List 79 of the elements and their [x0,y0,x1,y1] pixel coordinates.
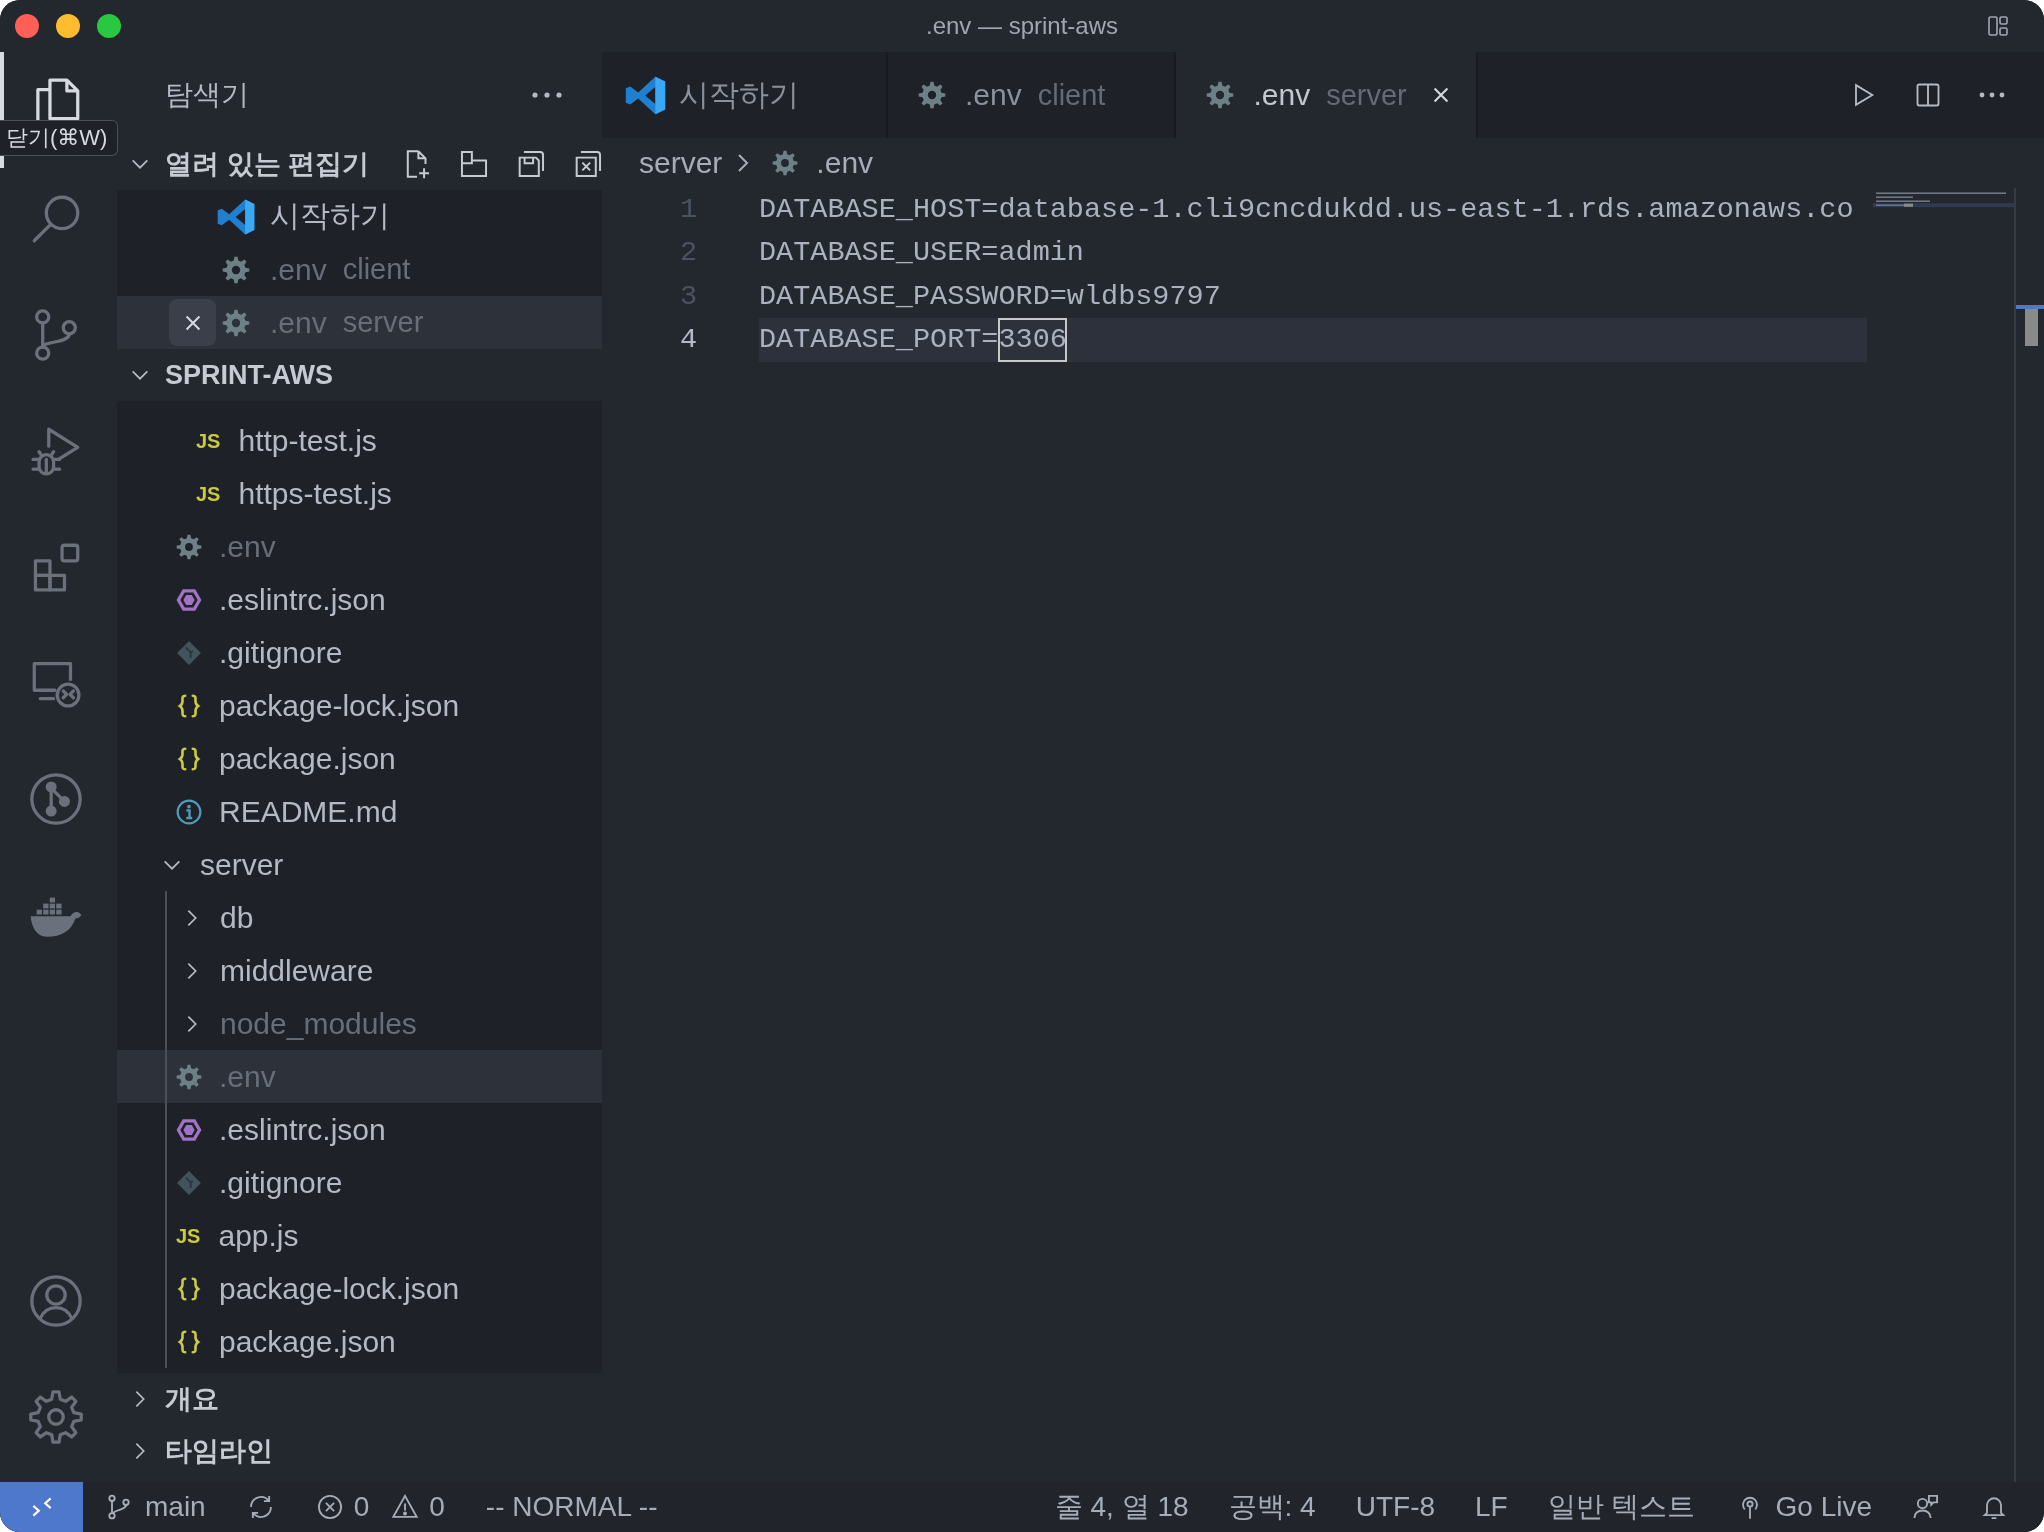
file-item[interactable]: README.md [117,785,602,838]
remote-button[interactable] [0,1482,83,1532]
settings-icon[interactable] [27,1388,85,1446]
gear-icon [917,81,946,109]
diamond-icon [176,1169,202,1196]
person-feedback-icon[interactable] [1912,1493,1940,1521]
window-title: .env — sprint-aws [925,12,1119,40]
split-editor-icon[interactable] [1914,81,1942,109]
branch-button[interactable]: main [105,1491,206,1523]
minimize-window-button[interactable] [56,14,80,38]
gear-icon [772,150,799,176]
tooltip: 닫기(⌘W) [0,120,119,156]
cursor-position-marker [2016,305,2044,309]
file-item[interactable]: package.json [117,732,602,785]
vim-mode-text: -- NORMAL -- [485,1491,658,1523]
status-item[interactable]: 공백: 4 [1228,1488,1316,1526]
section-header[interactable]: SPRINT-AWS [129,359,333,391]
gear-icon [222,255,250,284]
close-window-button[interactable] [15,14,39,38]
js-icon: JS [176,1224,201,1247]
gear-icon [176,533,202,560]
section-header[interactable]: 열려 있는 편집기 [129,146,369,182]
file-item[interactable]: package-lock.json [117,1262,602,1315]
highlighted-word: 3306 [998,318,1067,362]
branch-circle-icon[interactable] [27,770,85,828]
branch-icon [105,1493,133,1521]
braces-icon [176,1275,202,1302]
warning-icon [391,1493,420,1521]
section-header[interactable]: 타임라인 [129,1433,273,1469]
status-item[interactable]: UTF-8 [1355,1491,1436,1523]
gear-icon [176,1063,202,1090]
status-item[interactable]: 줄 4, 열 18 [1054,1488,1189,1526]
status-item[interactable]: 일반 텍스트 [1547,1488,1696,1526]
folder-item[interactable]: middleware [117,944,602,997]
more-actions-icon[interactable] [1979,92,2005,98]
zoom-window-button[interactable] [97,14,121,38]
breadcrumb-item[interactable]: server [639,146,723,180]
hexagon-icon [176,1116,202,1143]
status-item[interactable]: LF [1475,1491,1508,1523]
layout-icon[interactable] [1986,14,2010,38]
folder-item[interactable]: server [117,838,602,891]
breadcrumb-item[interactable]: .env [772,146,874,180]
braces-icon [176,1328,202,1355]
code-text: DATABASE_HOST=database-1.cli9cncdukdd.us-east-1.rds.amazonaws.co [759,192,1854,228]
folder-item[interactable]: db [117,891,602,944]
js-icon: JS [196,482,221,505]
hexagon-icon [176,586,202,613]
close-button[interactable] [169,299,216,346]
sidebar-title: 탐색기 [165,78,249,112]
line-number: 4 [679,323,697,357]
gear-icon [1205,81,1234,109]
file-item[interactable]: .eslintrc.json [117,1103,602,1156]
open-editor-item[interactable]: 시작하기 [117,190,602,243]
file-item[interactable]: JS http-test.js [117,414,602,467]
file-item[interactable]: JS app.js [117,1209,602,1262]
account-icon[interactable] [27,1272,85,1330]
file-item[interactable]: package.json [117,1315,602,1368]
problems-button[interactable]: 0 0 [315,1491,445,1523]
editor-tab[interactable]: 시작하기 [602,52,888,138]
code-text: DATABASE_USER=admin [759,235,1084,272]
code-text: DATABASE_PORT= [759,322,999,359]
file-item[interactable]: JS https-test.js [117,467,602,520]
gear-icon [222,308,250,337]
braces-icon [176,692,202,719]
info-icon [176,798,202,825]
diamond-icon [176,639,202,666]
code-text: DATABASE_PASSWORD=wldbs9797 [759,278,1221,315]
editor-tab[interactable]: .env server [1176,52,1478,138]
error-icon [315,1493,344,1521]
file-item[interactable]: package-lock.json [117,679,602,732]
go-live-button[interactable]: Go Live [1735,1491,1872,1523]
scrollbar-thumb[interactable] [2025,309,2038,346]
js-icon: JS [196,429,221,452]
section-header[interactable]: 개요 [129,1381,219,1417]
file-item[interactable]: .eslintrc.json [117,573,602,626]
more-actions-icon[interactable] [532,92,562,98]
braces-icon [176,745,202,772]
file-item[interactable]: .gitignore [117,1156,602,1209]
file-item[interactable]: .gitignore [117,626,602,679]
